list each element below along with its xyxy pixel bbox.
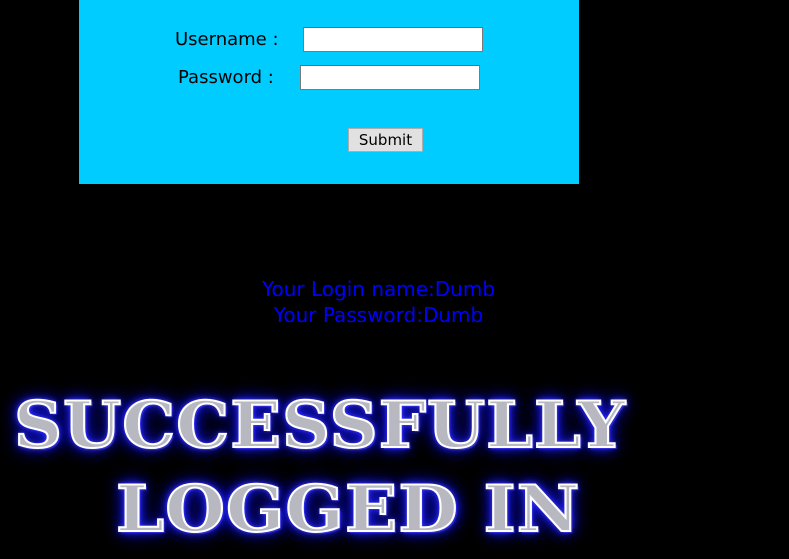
success-banner-image: SUCCESSFULLY LOGGED IN — [0, 384, 789, 559]
username-label: Username : — [175, 29, 279, 50]
username-input[interactable] — [303, 27, 483, 52]
login-result: Your Login name:Dumb Your Password:Dumb — [0, 276, 757, 328]
login-password-text: Your Password:Dumb — [273, 303, 484, 327]
page: Username : Password : Submit Your Login … — [0, 0, 789, 559]
login-name-text: Your Login name:Dumb — [261, 277, 496, 301]
submit-button[interactable]: Submit — [348, 128, 423, 152]
banner-line-logged-in: LOGGED IN — [115, 471, 581, 548]
banner-line-successfully: SUCCESSFULLY — [13, 387, 627, 464]
login-panel: Username : Password : Submit — [79, 0, 579, 184]
password-label: Password : — [178, 67, 274, 88]
password-input[interactable] — [300, 65, 480, 90]
